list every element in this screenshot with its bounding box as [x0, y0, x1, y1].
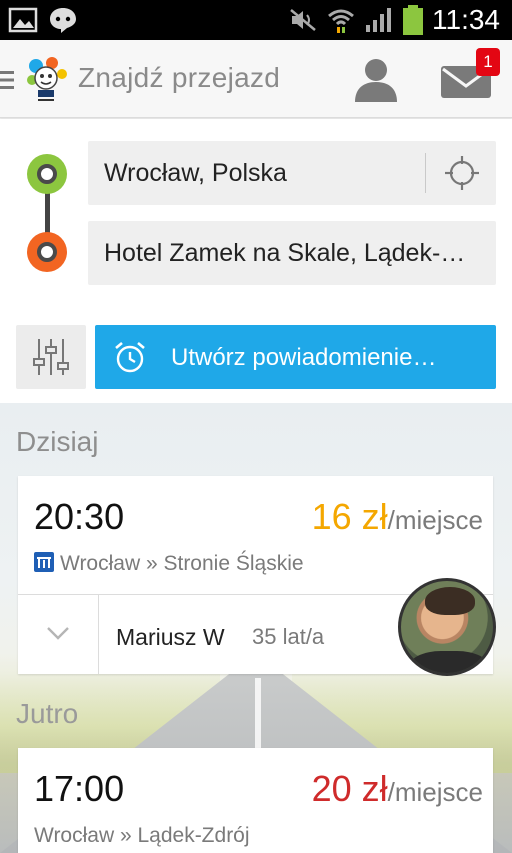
notification-icons	[8, 6, 78, 34]
destination-value: Hotel Zamek na Skale, Lądek-…	[104, 239, 466, 267]
section-tomorrow: Jutro	[16, 698, 79, 729]
ride-price-unit: /miejsce	[387, 505, 483, 535]
page-title: Znajdź przejazd	[78, 62, 281, 93]
highway-icon	[34, 552, 54, 572]
app-bar: Znajdź przejazd 1	[0, 40, 512, 118]
chevron-down-icon	[47, 627, 69, 640]
ride-price: 16 zł/miejsce	[312, 496, 483, 538]
clock: 11:34	[432, 4, 500, 35]
sliders-icon	[33, 339, 69, 375]
avatar[interactable]	[398, 578, 496, 676]
ride-time: 17:00	[34, 768, 125, 809]
destination-marker	[27, 232, 67, 272]
locate-icon[interactable]	[444, 155, 480, 191]
create-notification-button[interactable]: Utwórz powiadomienie…	[95, 325, 496, 389]
ride-route-text: Wrocław » Lądek-Zdrój	[34, 824, 250, 847]
chat-icon	[50, 8, 76, 33]
avatar-shirt	[409, 651, 489, 673]
image-icon	[8, 7, 38, 33]
create-notification-label: Utwórz powiadomienie…	[171, 344, 437, 371]
mute-icon	[290, 9, 316, 31]
filter-button[interactable]	[16, 325, 86, 389]
system-icons: 11:34	[288, 4, 500, 36]
driver-name: Mariusz W	[116, 624, 225, 650]
alarm-clock-icon	[115, 342, 145, 373]
ride-price-value: 16 zł	[311, 496, 388, 537]
signal-icon	[366, 8, 391, 32]
driver-age: 35 lat/a	[252, 624, 325, 649]
ride-price-unit: /miejsce	[387, 777, 483, 807]
ride-route-text: Wrocław » Stronie Śląskie	[60, 552, 304, 575]
menu-icon[interactable]	[0, 68, 16, 92]
ride-route: Wrocław » Lądek-Zdrój	[34, 824, 250, 848]
avatar-hair	[425, 587, 475, 615]
ride-route: Wrocław » Stronie Śląskie	[34, 552, 304, 576]
profile-icon[interactable]	[352, 56, 400, 102]
logo-icon[interactable]	[24, 54, 68, 102]
field-divider	[425, 153, 426, 193]
mail-badge: 1	[476, 48, 500, 76]
origin-value: Wrocław, Polska	[104, 159, 287, 187]
ride-time: 20:30	[34, 496, 125, 537]
origin-marker	[27, 154, 67, 194]
battery-icon	[403, 5, 423, 35]
status-bar: 11:34	[0, 0, 512, 40]
wifi-icon	[328, 9, 354, 33]
section-today: Dzisiaj	[16, 426, 99, 457]
expand-button[interactable]	[18, 595, 99, 674]
destination-field[interactable]: Hotel Zamek na Skale, Lądek-…	[88, 221, 496, 285]
origin-field[interactable]: Wrocław, Polska	[88, 141, 496, 205]
ride-price-value: 20 zł	[311, 768, 388, 809]
ride-price: 20 zł/miejsce	[312, 768, 483, 810]
ride-card[interactable]: 17:00 20 zł/miejsce Wrocław » Lądek-Zdró…	[18, 748, 493, 853]
